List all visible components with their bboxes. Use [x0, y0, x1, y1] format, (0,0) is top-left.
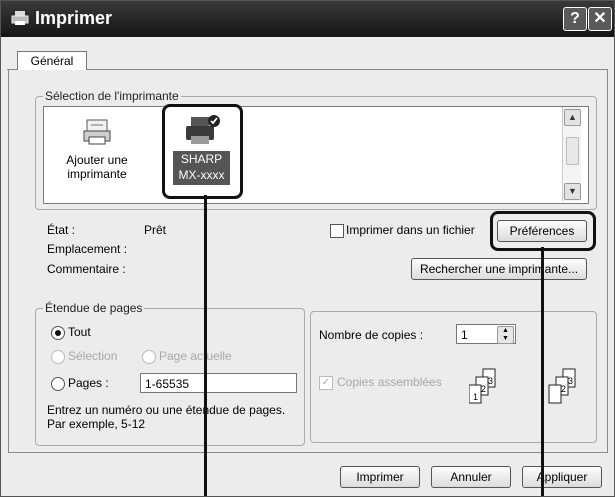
collate-icon-digit-2: 2 [481, 384, 486, 394]
page-range-hint-line2: Par exemple, 5-12 [47, 417, 146, 431]
printer-callout-line [204, 195, 207, 496]
scroll-down-icon[interactable]: ▼ [564, 183, 581, 200]
help-icon: ? [570, 10, 580, 27]
print-button[interactable]: Imprimer [340, 466, 420, 488]
add-printer-item[interactable]: Ajouter une imprimante [62, 113, 132, 181]
collate-pages-icon: 1 2 3 2 3 [469, 368, 576, 404]
selection-radio[interactable] [51, 350, 65, 364]
state-label: État : [47, 223, 76, 237]
add-printer-icon [83, 119, 111, 145]
add-printer-label-line1: Ajouter une [66, 153, 128, 167]
pages-radio[interactable] [51, 377, 65, 391]
preferences-callout-line [541, 247, 544, 496]
help-button[interactable]: ? [563, 7, 587, 31]
printer-list-scrollbar[interactable]: ▲ ▼ [562, 107, 581, 201]
printer-list[interactable]: Ajouter une imprimante ▲ ▼ [43, 106, 589, 204]
title-bar: Imprimer ? ✕ [1, 1, 614, 37]
all-pages-label: Tout [68, 325, 91, 339]
close-icon: ✕ [593, 10, 607, 27]
collate-checkbox[interactable]: ✓ [319, 376, 333, 390]
collate-icon-digit-1: 1 [473, 392, 478, 402]
state-value: Prêt [144, 223, 167, 237]
scroll-thumb[interactable] [566, 137, 579, 165]
collate-icon-digit-2b: 2 [561, 384, 566, 394]
cancel-button[interactable]: Annuler [431, 466, 511, 488]
window-title: Imprimer [35, 8, 113, 28]
page-range-hint-line1: Entrez un numéro ou une étendue de pages… [47, 403, 286, 417]
scroll-up-icon[interactable]: ▲ [564, 109, 581, 126]
selection-label: Sélection [68, 349, 118, 363]
collate-icon-digit-3b: 3 [568, 376, 573, 386]
print-to-file-checkbox[interactable] [330, 224, 344, 238]
close-button[interactable]: ✕ [588, 7, 612, 31]
printer-icon [11, 11, 29, 25]
printer-selection-legend: Sélection de l'imprimante [43, 89, 181, 103]
all-pages-radio[interactable] [51, 326, 65, 340]
print-dialog: Imprimer ? ✕ Général Sélection de l'impr… [0, 0, 615, 497]
printer-callout-box [162, 104, 243, 199]
collate-label: Copies assemblées [337, 375, 442, 389]
print-to-file-label: Imprimer dans un fichier [346, 223, 475, 237]
spin-down-icon[interactable]: ▼ [498, 335, 513, 343]
comment-label: Commentaire : [47, 262, 126, 276]
add-printer-label-line2: imprimante [67, 167, 127, 181]
copy-count-label: Nombre de copies : [319, 328, 424, 342]
spin-up-icon[interactable]: ▲ [498, 327, 513, 335]
preferences-callout-box [490, 211, 596, 251]
current-page-radio[interactable] [142, 350, 156, 364]
apply-button[interactable]: Appliquer [522, 466, 602, 488]
collate-icon-digit-3: 3 [488, 376, 493, 386]
copy-count-spinner[interactable]: ▲ ▼ [497, 326, 514, 344]
find-printer-button[interactable]: Rechercher une imprimante... [411, 258, 587, 280]
pages-input[interactable]: 1-65535 [140, 373, 297, 393]
page-range-legend: Étendue de pages [43, 301, 145, 315]
tab-general[interactable]: Général [17, 51, 87, 71]
location-label: Emplacement : [47, 242, 128, 256]
current-page-label: Page actuelle [159, 349, 232, 363]
pages-label: Pages : [68, 376, 109, 390]
